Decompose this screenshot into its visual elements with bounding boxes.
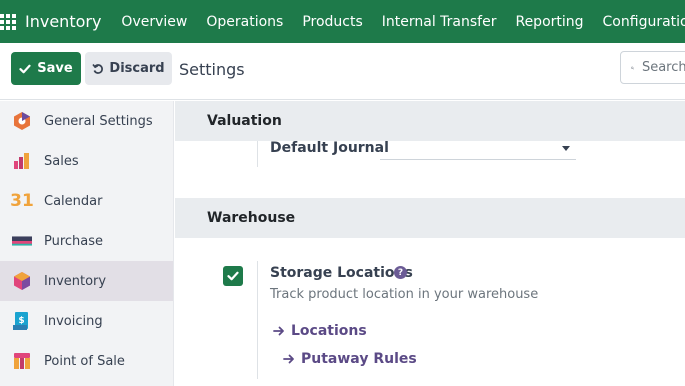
menu-internal-transfer[interactable]: Internal Transfer (382, 14, 497, 30)
sidebar-item-label: Calendar (44, 193, 103, 209)
sidebar-item-inventory[interactable]: Inventory (0, 261, 173, 301)
check-icon (227, 271, 239, 281)
sidebar-item-general-settings[interactable]: General Settings (0, 101, 173, 141)
search-icon (631, 66, 634, 69)
search-placeholder: Search... (641, 60, 685, 75)
settings-content: Valuation Default Journal Warehouse Stor… (175, 101, 685, 386)
sidebar-item-label: Purchase (44, 233, 104, 249)
sidebar-item-invoicing[interactable]: $ Invoicing (0, 301, 173, 341)
settings-sidebar: General Settings Sales 31 Calendar Purch… (0, 101, 174, 386)
sidebar-item-sales[interactable]: Sales (0, 141, 173, 181)
calendar-icon-text: 31 (10, 191, 34, 211)
grid-icon (0, 13, 16, 30)
default-journal-label: Default Journal (270, 140, 389, 156)
storage-locations-label: Storage Locations (270, 265, 413, 281)
invoicing-icon: $ (12, 311, 32, 331)
section-header-warehouse: Warehouse (175, 198, 685, 238)
inventory-icon (12, 271, 32, 291)
point-of-sale-icon (12, 351, 32, 371)
sidebar-item-label: Inventory (44, 273, 107, 289)
setting-divider (257, 261, 258, 379)
save-button[interactable]: Save (11, 52, 81, 85)
purchase-icon (12, 231, 32, 251)
apps-menu-button[interactable] (0, 0, 16, 43)
app-name[interactable]: Inventory (25, 12, 101, 31)
caret-down-icon (562, 146, 570, 151)
section-title: Valuation (207, 113, 282, 129)
arrow-right-icon (273, 326, 284, 336)
sidebar-item-label: General Settings (44, 113, 153, 129)
section-title: Warehouse (207, 210, 296, 226)
locations-link-label: Locations (291, 323, 367, 339)
menu-overview[interactable]: Overview (121, 14, 187, 30)
help-icon[interactable]: ? (394, 266, 407, 279)
discard-label: Discard (109, 61, 165, 76)
sidebar-item-purchase[interactable]: Purchase (0, 221, 173, 261)
sidebar-item-label: Invoicing (44, 313, 103, 329)
putaway-rules-link[interactable]: Putaway Rules (283, 351, 417, 367)
control-panel: Save Discard Settings Search... (0, 43, 685, 100)
save-label: Save (37, 61, 73, 76)
search-input[interactable]: Search... (620, 51, 685, 84)
sidebar-item-point-of-sale[interactable]: Point of Sale (0, 341, 173, 381)
calendar-icon: 31 (10, 191, 34, 211)
section-header-valuation: Valuation (175, 101, 685, 141)
undo-icon (92, 63, 104, 74)
menu-products[interactable]: Products (302, 14, 362, 30)
menu-reporting[interactable]: Reporting (515, 14, 583, 30)
top-navbar: Inventory Overview Operations Products I… (0, 0, 685, 43)
sidebar-item-label: Sales (44, 153, 79, 169)
storage-locations-description: Track product location in your warehouse (270, 287, 539, 302)
discard-button[interactable]: Discard (85, 52, 172, 85)
sales-icon (12, 151, 32, 171)
arrow-right-icon (283, 354, 294, 364)
sidebar-item-label: Point of Sale (44, 353, 125, 369)
check-icon (19, 64, 31, 73)
general-settings-icon (12, 111, 32, 131)
sidebar-item-calendar[interactable]: 31 Calendar (0, 181, 173, 221)
setting-divider (257, 141, 258, 167)
putaway-rules-link-label: Putaway Rules (301, 351, 417, 367)
locations-link[interactable]: Locations (273, 323, 367, 339)
storage-locations-checkbox[interactable] (223, 266, 243, 286)
menu-configuration[interactable]: Configuration (603, 14, 685, 30)
page-title: Settings (179, 60, 245, 79)
default-journal-select[interactable] (380, 138, 576, 160)
svg-text:$: $ (18, 316, 24, 326)
menu-operations[interactable]: Operations (206, 14, 283, 30)
